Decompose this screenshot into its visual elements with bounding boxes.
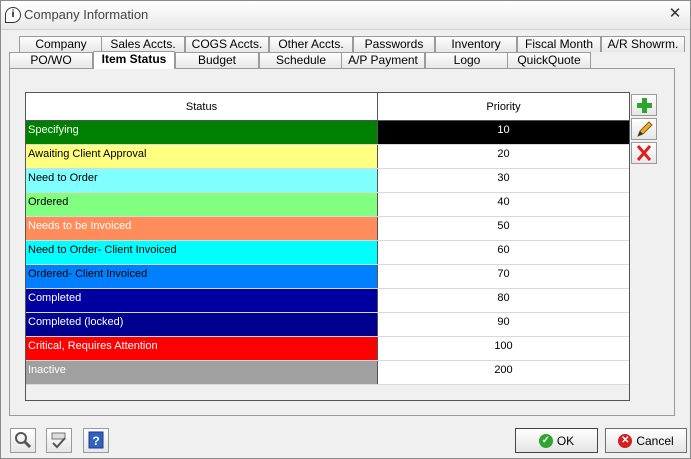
status-cell[interactable]: Need to Order (26, 169, 378, 192)
priority-cell[interactable]: 10 (378, 121, 629, 144)
item-status-grid: Status Priority Specifying 10 Awaiting Cli… (25, 92, 630, 401)
table-row[interactable]: Need to Order 30 (26, 169, 629, 193)
pencil-icon (637, 121, 653, 137)
check-icon: ✓ (538, 433, 553, 448)
table-row[interactable]: Ordered- Client Invoiced 70 (26, 265, 629, 289)
status-cell[interactable]: Ordered- Client Invoiced (26, 265, 378, 288)
status-cell[interactable]: Awaiting Client Approval (26, 145, 378, 168)
priority-cell[interactable]: 100 (378, 337, 629, 360)
window-title: Company Information (24, 7, 149, 22)
close-icon[interactable]: ✕ (666, 5, 684, 23)
add-status-button[interactable] (631, 94, 657, 116)
priority-column-header[interactable]: Priority (378, 93, 629, 120)
delete-status-button[interactable] (631, 142, 657, 164)
table-row[interactable]: Need to Order- Client Invoiced 60 (26, 241, 629, 265)
app-info-icon: i (5, 7, 21, 23)
help-icon: ? (88, 431, 104, 449)
company-information-window: i Company Information ✕ Company Sales Ac… (0, 0, 691, 459)
grid-rows: Specifying 10 Awaiting Client Approval 20 Ne… (26, 121, 629, 385)
status-cell[interactable]: Ordered (26, 193, 378, 216)
tab-quickquote[interactable]: QuickQuote (507, 52, 591, 68)
tab-company[interactable]: Company (19, 36, 103, 52)
tab-fiscal-month[interactable]: Fiscal Month (517, 36, 601, 52)
status-column-header[interactable]: Status (26, 93, 378, 120)
table-row[interactable]: Completed 80 (26, 289, 629, 313)
status-cell[interactable]: Specifying (26, 121, 378, 144)
table-row[interactable]: Critical, Requires Attention 100 (26, 337, 629, 361)
table-row[interactable]: Ordered 40 (26, 193, 629, 217)
spellcheck-icon (51, 432, 66, 449)
tab-sales-accts[interactable]: Sales Accts. (101, 36, 185, 52)
status-cell[interactable]: Completed (locked) (26, 313, 378, 336)
ok-button[interactable]: ✓ OK (515, 428, 598, 453)
spellcheck-button[interactable] (46, 428, 72, 453)
table-row[interactable]: Specifying 10 (26, 121, 629, 145)
help-button[interactable]: ? (83, 428, 109, 453)
ok-label: OK (556, 433, 575, 448)
tab-po-wo[interactable]: PO/WO (9, 52, 93, 68)
delete-x-icon (636, 145, 652, 161)
priority-cell[interactable]: 70 (378, 265, 629, 288)
priority-cell[interactable]: 60 (378, 241, 629, 264)
tab-passwords[interactable]: Passwords (353, 36, 435, 52)
tab-inventory[interactable]: Inventory (435, 36, 517, 52)
status-cell[interactable]: Completed (26, 289, 378, 312)
tab-cogs-accts[interactable]: COGS Accts. (185, 36, 269, 52)
tab-item-status[interactable]: Item Status (93, 51, 175, 69)
tab-logo[interactable]: Logo (425, 52, 509, 68)
grid-header: Status Priority (26, 93, 629, 121)
tab-ar-showrm[interactable]: A/R Showrm. (601, 36, 685, 52)
cancel-label: Cancel (636, 433, 674, 448)
title-bar: i Company Information ✕ (1, 1, 690, 30)
tab-ap-payment[interactable]: A/P Payment (341, 52, 425, 68)
status-cell[interactable]: Critical, Requires Attention (26, 337, 378, 360)
table-row[interactable]: Completed (locked) 90 (26, 313, 629, 337)
search-button[interactable] (10, 428, 36, 453)
priority-cell[interactable]: 50 (378, 217, 629, 240)
tab-other-accts[interactable]: Other Accts. (269, 36, 353, 52)
magnifier-icon (15, 432, 32, 449)
table-row[interactable]: Needs to be Invoiced 50 (26, 217, 629, 241)
priority-cell[interactable]: 90 (378, 313, 629, 336)
priority-cell[interactable]: 30 (378, 169, 629, 192)
status-cell[interactable]: Needs to be Invoiced (26, 217, 378, 240)
tab-budget[interactable]: Budget (175, 52, 259, 68)
priority-cell[interactable]: 40 (378, 193, 629, 216)
tab-schedule[interactable]: Schedule (259, 52, 343, 68)
table-row[interactable]: Inactive 200 (26, 361, 629, 385)
edit-status-button[interactable] (631, 118, 657, 140)
svg-text:?: ? (92, 434, 99, 448)
priority-cell[interactable]: 200 (378, 361, 629, 384)
status-cell[interactable]: Need to Order- Client Invoiced (26, 241, 378, 264)
cancel-icon: ✕ (618, 433, 633, 448)
priority-cell[interactable]: 20 (378, 145, 629, 168)
priority-cell[interactable]: 80 (378, 289, 629, 312)
status-cell[interactable]: Inactive (26, 361, 378, 384)
plus-icon (637, 98, 652, 113)
table-row[interactable]: Awaiting Client Approval 20 (26, 145, 629, 169)
cancel-button[interactable]: ✕ Cancel (605, 428, 687, 453)
